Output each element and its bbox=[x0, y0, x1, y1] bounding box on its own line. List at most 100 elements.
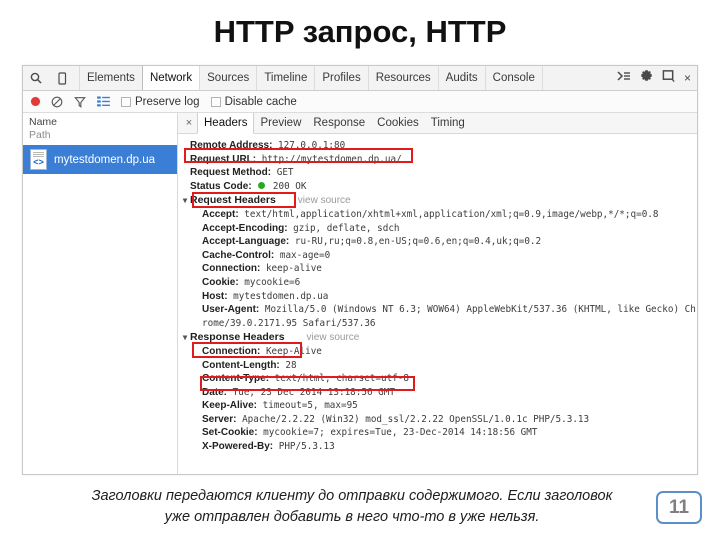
header-value: ru-RU,ru;q=0.8,en-US;q=0.6,en;q=0.4,uk;q… bbox=[294, 236, 542, 248]
tab-label: Audits bbox=[445, 72, 478, 84]
triangle-down-icon: ▼ bbox=[182, 333, 188, 343]
tab-elements[interactable]: Elements bbox=[79, 66, 143, 90]
header-key: Host: bbox=[202, 290, 228, 302]
header-row-cache-control: Cache-Control: max-age=0 bbox=[178, 249, 697, 263]
dock-side-icon[interactable] bbox=[662, 69, 675, 87]
header-value: GET bbox=[276, 167, 294, 179]
request-list-item[interactable]: <> mytestdomen.dp.ua bbox=[23, 145, 177, 174]
tab-sources[interactable]: Sources bbox=[199, 66, 258, 90]
header-value: timeout=5, max=95 bbox=[262, 400, 358, 412]
header-row-connection-request: Connection: keep-alive bbox=[178, 262, 697, 276]
triangle-down-icon: ▼ bbox=[182, 196, 188, 206]
header-value: mytestdomen.dp.ua bbox=[233, 290, 329, 302]
header-value: mycookie=7; expires=Tue, 23-Dec-2014 14:… bbox=[263, 427, 538, 439]
header-row-accept-encoding: Accept-Encoding: gzip, deflate, sdch bbox=[178, 222, 697, 236]
tab-preview[interactable]: Preview bbox=[254, 113, 307, 133]
header-value: text/html,application/xhtml+xml,applicat… bbox=[244, 208, 659, 220]
column-header-name[interactable]: Name bbox=[29, 116, 171, 129]
toolbar-right-icons: × bbox=[617, 66, 697, 90]
clear-icon[interactable] bbox=[51, 96, 63, 108]
disable-cache-checkbox[interactable]: Disable cache bbox=[210, 96, 297, 108]
header-row-request-method: Request Method: GET bbox=[178, 166, 697, 180]
filter-icon[interactable] bbox=[74, 96, 86, 108]
status-ok-dot bbox=[258, 181, 266, 189]
request-list-pane: Name Path <> mytestdomen.dp.ua bbox=[23, 113, 178, 474]
header-value: 127.0.0.1:80 bbox=[278, 140, 346, 151]
devtools-window: Elements Network Sources Timeline Profil… bbox=[22, 65, 698, 475]
tab-label: Headers bbox=[204, 117, 248, 129]
header-row-x-powered-by: X-Powered-By: PHP/5.3.13 bbox=[178, 440, 697, 454]
header-key: Set-Cookie: bbox=[202, 427, 258, 439]
header-value: keep-alive bbox=[265, 263, 322, 275]
header-key: Connection: bbox=[202, 263, 261, 275]
caption-line-2: уже отправлен добавить в него что-то в у… bbox=[164, 509, 540, 525]
response-headers-section-toggle[interactable]: ▼ Response Headers view source bbox=[178, 331, 697, 345]
devtools-body: Name Path <> mytestdomen.dp.ua × Headers… bbox=[23, 113, 697, 474]
tab-label: Resources bbox=[375, 72, 431, 84]
header-row-connection-response: Connection: Keep-Alive bbox=[178, 345, 697, 359]
header-value: mycookie=6 bbox=[244, 276, 301, 288]
tab-timeline[interactable]: Timeline bbox=[256, 66, 316, 90]
tab-profiles[interactable]: Profiles bbox=[314, 66, 369, 90]
header-key: Status Code: bbox=[190, 180, 252, 192]
tab-headers[interactable]: Headers bbox=[197, 113, 255, 134]
header-row-keep-alive: Keep-Alive: timeout=5, max=95 bbox=[178, 399, 697, 413]
header-value: max-age=0 bbox=[279, 249, 331, 261]
tab-response[interactable]: Response bbox=[307, 113, 371, 133]
tab-label: Elements bbox=[87, 72, 135, 84]
search-icon[interactable] bbox=[23, 66, 49, 90]
view-source-link[interactable]: view source bbox=[298, 194, 351, 208]
header-value: Keep-Alive bbox=[265, 345, 322, 357]
request-list-header: Name Path bbox=[23, 113, 177, 143]
gear-icon[interactable] bbox=[640, 69, 653, 87]
tab-audits[interactable]: Audits bbox=[437, 66, 486, 90]
tab-label: Network bbox=[149, 72, 193, 84]
tab-label: Preview bbox=[260, 117, 302, 129]
tab-label: Timing bbox=[430, 117, 465, 129]
request-detail-pane: × Headers Preview Response Cookies Timin… bbox=[178, 113, 697, 474]
slide-number-badge: 11 bbox=[656, 491, 702, 524]
header-value: PHP/5.3.13 bbox=[278, 441, 335, 453]
tab-cookies[interactable]: Cookies bbox=[371, 113, 425, 133]
tab-resources[interactable]: Resources bbox=[367, 66, 439, 90]
tab-network[interactable]: Network bbox=[141, 66, 201, 90]
header-key: Accept-Language: bbox=[202, 236, 290, 248]
header-row-date: Date: Tue, 23 Dec 2014 13:18:56 GMT bbox=[178, 386, 697, 400]
request-headers-section-toggle[interactable]: ▼ Request Headers view source bbox=[178, 194, 697, 208]
column-header-path[interactable]: Path bbox=[29, 129, 171, 142]
tab-timing[interactable]: Timing bbox=[425, 113, 471, 133]
close-icon[interactable]: × bbox=[684, 72, 691, 84]
header-key: Server: bbox=[202, 413, 237, 425]
console-drawer-icon[interactable] bbox=[617, 69, 631, 87]
main-tab-list: Elements Network Sources Timeline Profil… bbox=[79, 66, 543, 90]
header-key: Cookie: bbox=[202, 276, 239, 288]
request-name: mytestdomen.dp.ua bbox=[54, 153, 156, 166]
checkbox-box bbox=[210, 96, 221, 107]
network-filter-bar: Preserve log Disable cache bbox=[23, 91, 697, 113]
headers-content: Remote Address: 127.0.0.1:80 Request URL… bbox=[178, 134, 697, 454]
detail-close-icon[interactable]: × bbox=[181, 113, 197, 133]
tab-label: Sources bbox=[207, 72, 250, 84]
detail-tab-bar: × Headers Preview Response Cookies Timin… bbox=[178, 113, 697, 134]
device-mode-icon[interactable] bbox=[49, 66, 75, 90]
header-value: 28 bbox=[285, 359, 297, 371]
page-title: HTTP запрос, HTTP bbox=[213, 14, 507, 49]
preserve-log-label: Preserve log bbox=[135, 95, 200, 108]
view-source-link[interactable]: view source bbox=[307, 331, 360, 345]
preserve-log-checkbox[interactable]: Preserve log bbox=[121, 96, 200, 108]
tab-label: Console bbox=[492, 72, 535, 84]
header-value: Apache/2.2.22 (Win32) mod_ssl/2.2.22 Ope… bbox=[242, 413, 590, 425]
header-key: Content-Type: bbox=[202, 373, 270, 385]
header-row-host: Host: mytestdomen.dp.ua bbox=[178, 290, 697, 304]
tab-console[interactable]: Console bbox=[484, 66, 543, 90]
view-list-icon[interactable] bbox=[97, 96, 110, 107]
header-value: gzip, deflate, sdch bbox=[293, 222, 400, 234]
record-button[interactable] bbox=[31, 97, 40, 106]
header-key: Accept-Encoding: bbox=[202, 222, 288, 234]
header-key: Request URL: bbox=[190, 153, 257, 165]
header-value: rome/39.0.2171.95 Safari/537.36 bbox=[202, 317, 376, 329]
header-row-accept: Accept: text/html,application/xhtml+xml,… bbox=[178, 208, 697, 222]
request-headers-title: Request Headers bbox=[190, 194, 276, 207]
tab-label: Response bbox=[313, 117, 366, 129]
header-row-status-code: Status Code: 200 OK bbox=[178, 180, 697, 194]
